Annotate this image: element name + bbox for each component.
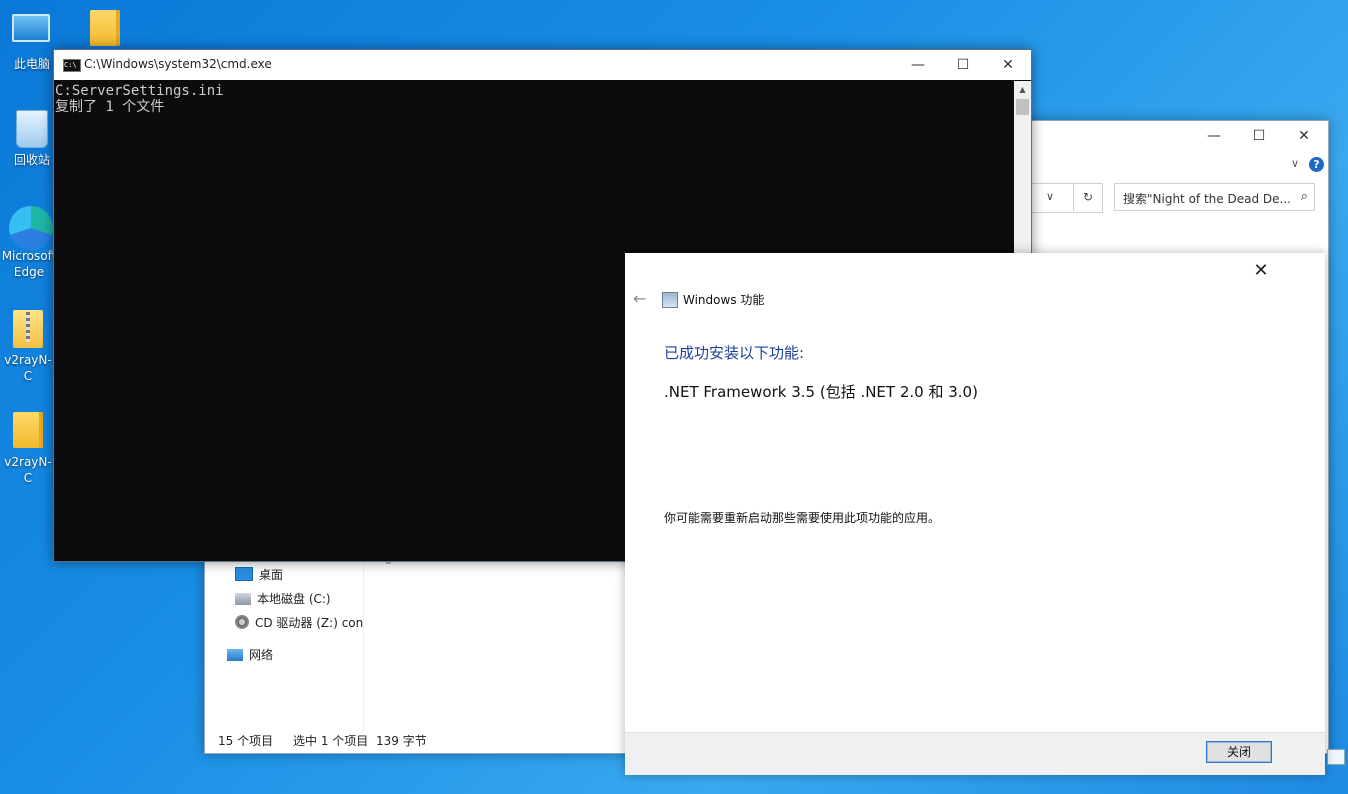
disk-icon bbox=[235, 593, 251, 605]
back-arrow-icon[interactable]: ← bbox=[633, 289, 646, 308]
cd-drive-icon bbox=[235, 615, 249, 629]
desktop-icon-label: v2rayN-C bbox=[4, 455, 52, 485]
status-size: 139 字节 bbox=[376, 734, 427, 748]
dialog-footer: 关闭 bbox=[625, 732, 1325, 775]
windows-features-icon bbox=[662, 292, 678, 308]
minimize-button[interactable]: — bbox=[1191, 121, 1237, 151]
folder-icon bbox=[85, 10, 125, 50]
navigation-pane: 桌面 本地磁盘 (C:) CD 驱动器 (Z:) con 网络 bbox=[205, 561, 364, 731]
recycle-bin-icon bbox=[12, 110, 52, 150]
desktop-icon-label: Microsoft Edge bbox=[1, 249, 57, 279]
edge-icon bbox=[9, 206, 53, 250]
nav-item-local-disk[interactable]: 本地磁盘 (C:) bbox=[235, 589, 331, 609]
cmd-titlebar: C:\ C:\Windows\system32\cmd.exe — ☐ ✕ bbox=[54, 50, 1031, 80]
search-placeholder: 搜索"Night of the Dead De... bbox=[1123, 192, 1291, 206]
maximize-button[interactable]: ☐ bbox=[1236, 121, 1282, 151]
large-icons-view-icon[interactable] bbox=[1327, 749, 1345, 765]
network-icon bbox=[227, 649, 243, 661]
refresh-button[interactable]: ↻ bbox=[1073, 183, 1102, 211]
minimize-button[interactable]: — bbox=[895, 50, 941, 80]
console-line: 复制了 1 个文件 bbox=[55, 99, 165, 115]
search-icon: ⌕ bbox=[1300, 189, 1308, 204]
status-item-count: 15 个项目 bbox=[218, 734, 274, 748]
dialog-title: Windows 功能 bbox=[683, 293, 765, 307]
computer-icon bbox=[12, 14, 52, 54]
nav-label: 本地磁盘 (C:) bbox=[257, 592, 331, 606]
chevron-down-icon[interactable]: ∨ bbox=[1046, 190, 1054, 203]
installed-feature: .NET Framework 3.5 (包括 .NET 2.0 和 3.0) bbox=[664, 383, 978, 401]
close-button[interactable]: ✕ bbox=[985, 50, 1031, 80]
cmd-icon: C:\ bbox=[63, 59, 81, 72]
zip-folder-icon bbox=[8, 310, 48, 350]
nav-item-desktop[interactable]: 桌面 bbox=[235, 565, 283, 585]
maximize-button[interactable]: ☐ bbox=[940, 50, 986, 80]
desktop-icon bbox=[235, 567, 253, 581]
window-title: C:\Windows\system32\cmd.exe bbox=[84, 57, 272, 71]
close-button[interactable]: 关闭 bbox=[1206, 741, 1272, 763]
scroll-up-icon[interactable]: ▲ bbox=[1014, 81, 1031, 98]
help-icon[interactable]: ? bbox=[1309, 157, 1324, 172]
console-line: C:ServerSettings.ini bbox=[55, 83, 224, 99]
desktop-icon-label: v2rayN-C bbox=[4, 353, 52, 383]
nav-item-network[interactable]: 网络 bbox=[227, 645, 273, 665]
desktop-icon-folder[interactable] bbox=[74, 8, 136, 52]
desktop-icon-v2rayn-folder[interactable]: v2rayN-C bbox=[1, 410, 55, 486]
chevron-down-icon[interactable]: ∨ bbox=[1291, 157, 1299, 170]
nav-label: CD 驱动器 (Z:) con bbox=[255, 616, 364, 630]
close-button[interactable]: ✕ bbox=[1281, 121, 1327, 151]
success-heading: 已成功安装以下功能: bbox=[664, 344, 805, 362]
nav-label: 桌面 bbox=[259, 568, 284, 582]
folder-icon bbox=[8, 412, 48, 452]
close-icon[interactable]: ✕ bbox=[1249, 259, 1273, 283]
nav-label: 网络 bbox=[249, 648, 274, 662]
status-selected: 选中 1 个项目 bbox=[293, 734, 369, 748]
windows-features-dialog: ✕ ← Windows 功能 已成功安装以下功能: .NET Framework… bbox=[625, 253, 1325, 775]
restart-note: 你可能需要重新启动那些需要使用此项功能的应用。 bbox=[664, 511, 941, 525]
desktop-icon-v2rayn-zip[interactable]: v2rayN-C bbox=[1, 308, 55, 384]
search-input[interactable]: 搜索"Night of the Dead De... ⌕ bbox=[1114, 183, 1315, 211]
nav-item-cd-drive[interactable]: CD 驱动器 (Z:) con bbox=[235, 613, 363, 633]
desktop-icon-edge[interactable]: Microsoft Edge bbox=[1, 206, 57, 280]
scrollbar-thumb[interactable] bbox=[1016, 99, 1029, 115]
